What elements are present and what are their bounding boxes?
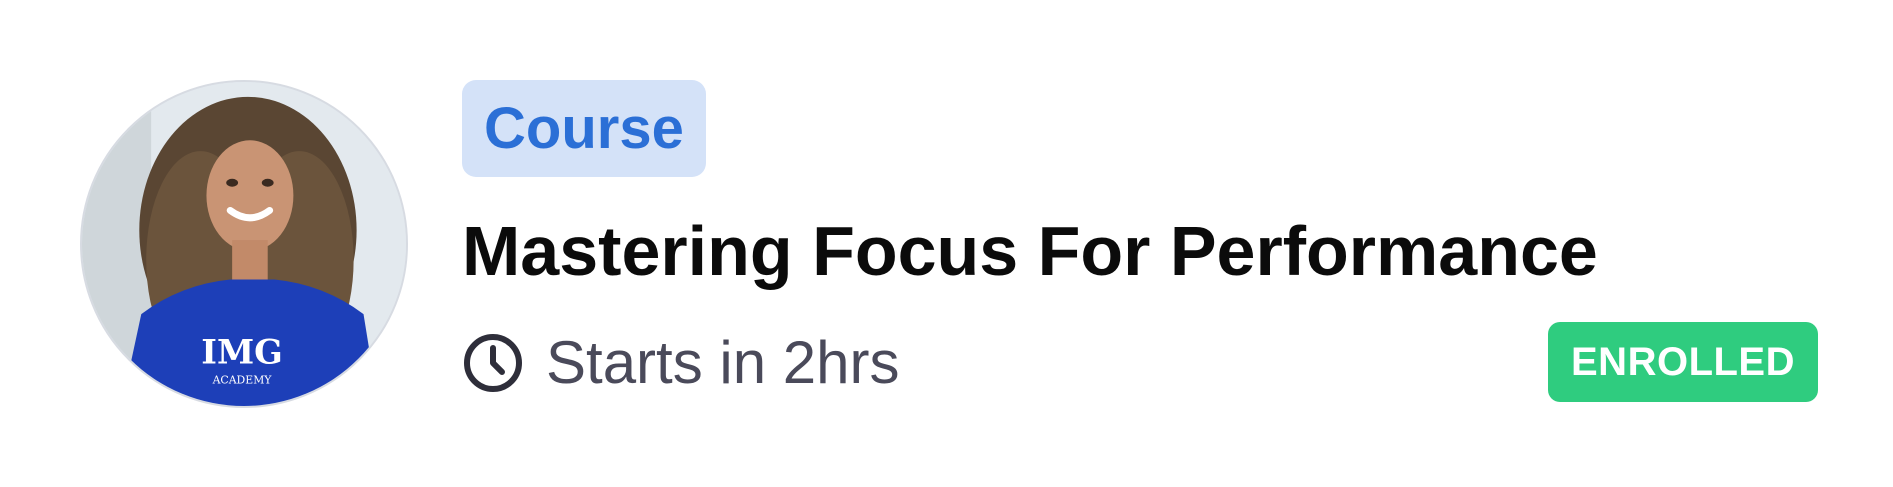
course-title[interactable]: Mastering Focus For Performance — [462, 206, 1598, 296]
course-card[interactable]: IMG ACADEMY Course Mastering Focus For P… — [0, 0, 1893, 487]
instructor-avatar: IMG ACADEMY — [80, 80, 408, 408]
avatar-image: IMG ACADEMY — [82, 82, 406, 406]
course-type-badge: Course — [462, 80, 706, 177]
clock-icon — [462, 332, 524, 394]
card-content: Course Mastering Focus For Performance S… — [462, 80, 1893, 487]
enrolled-status-badge: ENROLLED — [1548, 322, 1818, 402]
avatar-shirt-subtext: ACADEMY — [212, 373, 273, 386]
start-time: Starts in 2hrs — [462, 328, 899, 398]
avatar-shirt-text: IMG — [201, 332, 283, 372]
start-time-text: Starts in 2hrs — [546, 329, 900, 396]
